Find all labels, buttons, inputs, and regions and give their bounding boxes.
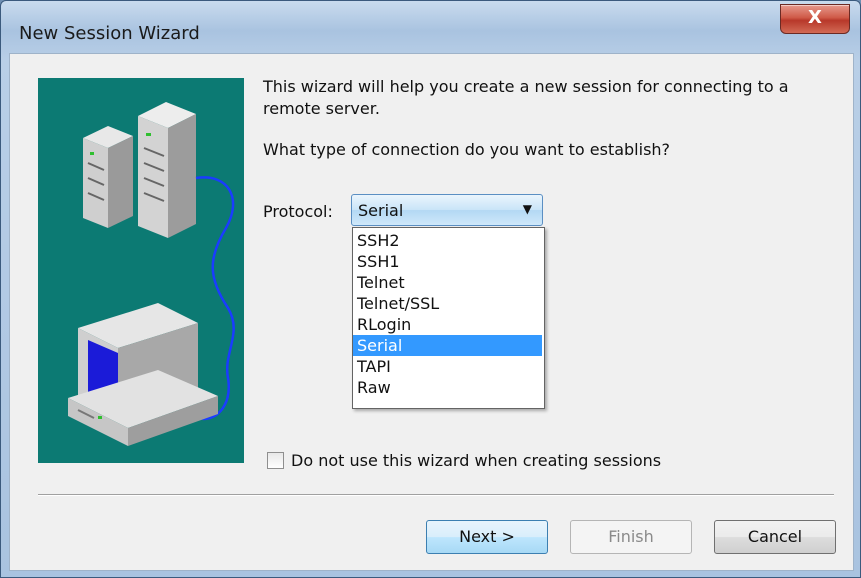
server-small-icon bbox=[83, 126, 133, 228]
close-icon: X bbox=[808, 7, 822, 28]
protocol-select[interactable]: Serial ▼ bbox=[351, 194, 543, 226]
title-bar[interactable]: New Session Wizard X bbox=[1, 1, 860, 53]
computer-icon bbox=[68, 303, 218, 446]
protocol-option-telnet-ssl[interactable]: Telnet/SSL bbox=[353, 293, 542, 314]
protocol-label: Protocol: bbox=[263, 202, 333, 221]
protocol-option-ssh2[interactable]: SSH2 bbox=[353, 230, 542, 251]
window-title: New Session Wizard bbox=[19, 23, 200, 44]
finish-button: Finish bbox=[570, 520, 692, 554]
skip-wizard-checkbox[interactable] bbox=[267, 452, 284, 469]
protocol-option-telnet[interactable]: Telnet bbox=[353, 272, 542, 293]
protocol-option-ssh1[interactable]: SSH1 bbox=[353, 251, 542, 272]
wizard-illustration bbox=[38, 78, 244, 463]
server-tall-icon bbox=[138, 102, 196, 238]
separator bbox=[38, 494, 834, 496]
close-button[interactable]: X bbox=[780, 4, 850, 34]
skip-wizard-label[interactable]: Do not use this wizard when creating ses… bbox=[291, 451, 661, 470]
connection-question: What type of connection do you want to e… bbox=[263, 140, 671, 159]
cable-icon bbox=[195, 176, 235, 421]
intro-text: This wizard will help you create a new s… bbox=[263, 77, 789, 118]
wizard-body: This wizard will help you create a new s… bbox=[9, 53, 854, 571]
protocol-option-raw[interactable]: Raw bbox=[353, 377, 542, 398]
protocol-option-serial[interactable]: Serial bbox=[353, 335, 542, 356]
next-button[interactable]: Next > bbox=[426, 520, 548, 554]
chevron-down-icon[interactable]: ▼ bbox=[523, 202, 532, 216]
protocol-selected-value: Serial bbox=[358, 201, 404, 220]
protocol-option-rlogin[interactable]: RLogin bbox=[353, 314, 542, 335]
cancel-button[interactable]: Cancel bbox=[714, 520, 836, 554]
protocol-dropdown-list: SSH2 SSH1 Telnet Telnet/SSL RLogin Seria… bbox=[352, 227, 545, 409]
server-computer-illustration bbox=[68, 102, 235, 446]
protocol-option-tapi[interactable]: TAPI bbox=[353, 356, 542, 377]
wizard-window: New Session Wizard X This wizard will he… bbox=[0, 0, 861, 578]
